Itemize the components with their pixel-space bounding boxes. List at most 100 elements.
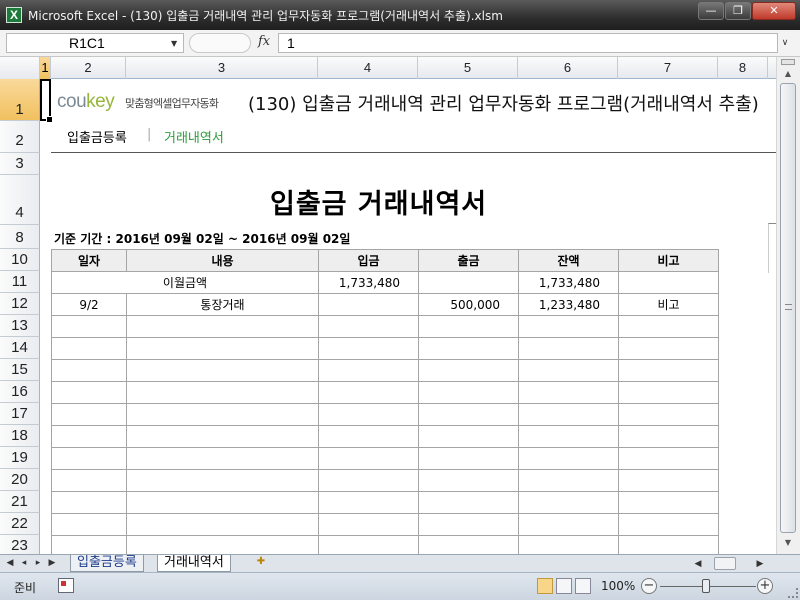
cell-date[interactable]: 9/2 <box>51 293 127 316</box>
table-cell[interactable] <box>126 381 319 404</box>
table-cell[interactable] <box>618 403 719 426</box>
table-cell[interactable] <box>318 381 419 404</box>
table-cell[interactable] <box>618 337 719 360</box>
table-cell[interactable] <box>418 425 519 448</box>
table-cell[interactable] <box>51 469 127 492</box>
page-break-view-button[interactable] <box>575 578 591 594</box>
prev-sheet-icon[interactable]: ◂ <box>18 556 30 570</box>
minimize-button[interactable]: — <box>698 2 724 20</box>
table-cell[interactable] <box>518 535 619 554</box>
column-header[interactable]: 3 <box>126 57 318 79</box>
table-cell[interactable] <box>618 513 719 536</box>
vertical-scrollbar[interactable]: ▲ ▼ <box>776 57 800 554</box>
table-cell[interactable] <box>51 381 127 404</box>
table-cell[interactable] <box>51 447 127 470</box>
table-cell[interactable] <box>51 337 127 360</box>
table-cell[interactable] <box>126 491 319 514</box>
table-cell[interactable] <box>418 359 519 382</box>
cell-note[interactable]: 비고 <box>618 293 719 316</box>
split-box[interactable] <box>781 59 795 65</box>
table-cell[interactable] <box>318 491 419 514</box>
table-cell[interactable] <box>51 491 127 514</box>
table-cell[interactable] <box>618 315 719 338</box>
table-cell[interactable] <box>51 535 127 554</box>
row-header[interactable]: 12 <box>0 293 40 315</box>
table-cell[interactable] <box>518 359 619 382</box>
column-header[interactable]: 8 <box>718 57 768 79</box>
table-cell[interactable] <box>51 403 127 426</box>
carry-over-balance[interactable]: 1,733,480 <box>518 271 619 294</box>
nav-link-statement[interactable]: 거래내역서 <box>164 127 224 146</box>
table-cell[interactable] <box>518 513 619 536</box>
resize-grip[interactable] <box>788 588 798 598</box>
carry-over-label[interactable]: 이월금액 <box>51 271 319 294</box>
table-cell[interactable] <box>518 491 619 514</box>
table-cell[interactable] <box>318 359 419 382</box>
macro-record-icon[interactable] <box>58 578 74 593</box>
scroll-left-icon[interactable]: ◀ <box>692 557 704 571</box>
cell-withdrawal[interactable]: 500,000 <box>418 293 519 316</box>
scroll-down-icon[interactable]: ▼ <box>780 536 796 550</box>
table-cell[interactable] <box>518 469 619 492</box>
column-header[interactable]: 5 <box>418 57 518 79</box>
zoom-level[interactable]: 100% <box>601 579 635 593</box>
table-cell[interactable] <box>618 491 719 514</box>
table-cell[interactable] <box>318 469 419 492</box>
table-cell[interactable] <box>318 337 419 360</box>
row-header[interactable]: 2 <box>0 121 40 153</box>
sheet-tab-register[interactable]: 입출금등록 <box>70 555 144 572</box>
table-cell[interactable] <box>126 315 319 338</box>
cell-description[interactable]: 통장거래 <box>126 293 319 316</box>
table-cell[interactable] <box>518 315 619 338</box>
row-header[interactable]: 22 <box>0 513 40 535</box>
cell-balance[interactable]: 1,233,480 <box>518 293 619 316</box>
table-cell[interactable] <box>618 447 719 470</box>
sheet-tab-statement[interactable]: 거래내역서 <box>157 555 231 572</box>
table-cell[interactable] <box>518 381 619 404</box>
column-header[interactable]: 6 <box>518 57 618 79</box>
table-cell[interactable] <box>618 425 719 448</box>
table-cell[interactable] <box>51 513 127 536</box>
table-cell[interactable] <box>518 447 619 470</box>
table-cell[interactable] <box>418 513 519 536</box>
table-cell[interactable] <box>418 469 519 492</box>
table-cell[interactable] <box>618 469 719 492</box>
row-header[interactable]: 16 <box>0 381 40 403</box>
select-all-corner[interactable] <box>0 57 40 79</box>
excel-app-icon[interactable]: X <box>6 7 22 23</box>
table-cell[interactable] <box>418 271 519 294</box>
table-cell[interactable] <box>126 447 319 470</box>
table-cell[interactable] <box>618 535 719 554</box>
table-cell[interactable] <box>518 337 619 360</box>
table-cell[interactable] <box>318 425 419 448</box>
scroll-thumb[interactable] <box>780 83 796 533</box>
table-cell[interactable] <box>318 315 419 338</box>
normal-view-button[interactable] <box>537 578 553 594</box>
table-cell[interactable] <box>418 535 519 554</box>
table-cell[interactable] <box>418 381 519 404</box>
zoom-slider-thumb[interactable] <box>702 579 710 593</box>
row-header[interactable]: 1 <box>0 79 40 121</box>
horizontal-scrollbar[interactable]: ◀ ▶ <box>688 556 774 571</box>
row-header[interactable]: 21 <box>0 491 40 513</box>
column-header[interactable]: 2 <box>51 57 126 79</box>
new-sheet-icon[interactable]: ✚ <box>252 556 270 570</box>
cell-deposit[interactable] <box>318 293 419 316</box>
table-cell[interactable] <box>418 403 519 426</box>
row-header[interactable]: 8 <box>0 225 40 249</box>
name-box[interactable]: R1C1 <box>6 33 184 53</box>
table-cell[interactable] <box>618 381 719 404</box>
table-cell[interactable] <box>126 513 319 536</box>
row-header[interactable]: 10 <box>0 249 40 271</box>
restore-button[interactable]: ❐ <box>725 2 751 20</box>
table-cell[interactable] <box>418 491 519 514</box>
insert-function-icon[interactable]: fx <box>258 34 270 49</box>
column-header[interactable]: 4 <box>318 57 418 79</box>
page-layout-view-button[interactable] <box>556 578 572 594</box>
first-sheet-icon[interactable]: ◀ <box>4 556 16 570</box>
active-cell-cursor[interactable] <box>40 79 53 123</box>
column-header[interactable]: 1 <box>40 57 51 79</box>
table-cell[interactable] <box>318 513 419 536</box>
row-header[interactable]: 14 <box>0 337 40 359</box>
formula-buttons[interactable] <box>189 33 251 53</box>
